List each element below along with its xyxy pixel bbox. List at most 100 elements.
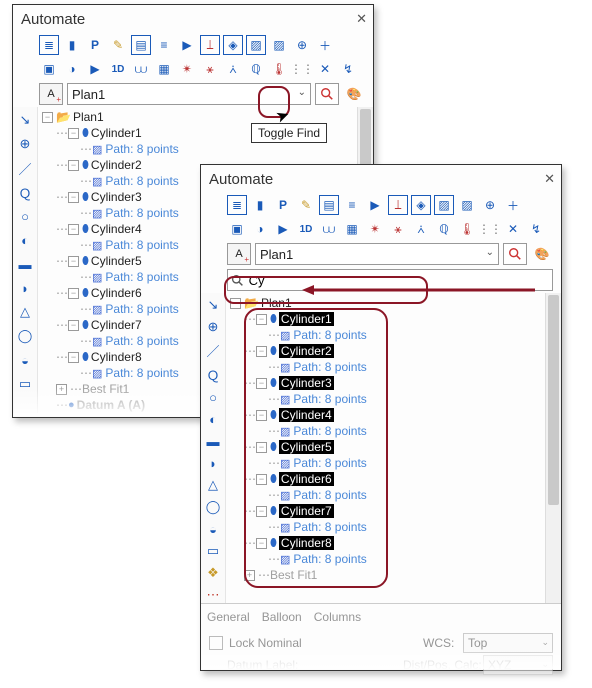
toolbar-icon[interactable]: ▮ (250, 195, 270, 215)
toolbar-icon[interactable]: ⩊ (319, 219, 339, 239)
sidebar-icon[interactable]: ◗ (16, 279, 34, 297)
rename-plan-button[interactable]: A+ (39, 83, 63, 105)
expand-icon[interactable]: + (56, 384, 67, 395)
collapse-icon[interactable]: − (68, 256, 79, 267)
collapse-icon[interactable]: − (256, 538, 267, 549)
toolbar-icon[interactable]: ▨ (434, 195, 454, 215)
tree-item[interactable]: ⋯ − ⬮ Cylinder7 (228, 503, 561, 519)
thermometer-icon[interactable]: 🌡 (269, 59, 289, 79)
sidebar-icon[interactable]: ◐ (204, 411, 222, 427)
dots-icon[interactable]: ⋮⋮ (292, 59, 312, 79)
axes-icon[interactable]: ✴ (177, 59, 197, 79)
toolbar-icon[interactable]: ✕ (503, 219, 523, 239)
plan-combo[interactable]: Plan1 ⌄ (255, 243, 499, 265)
toolbar-icon[interactable]: ⟘ (200, 35, 220, 55)
tree-path[interactable]: ⋯ ▨ Path: 8 points (228, 359, 561, 375)
sidebar-icon[interactable]: ▬ (204, 433, 222, 449)
grid-icon[interactable]: ▦ (154, 59, 174, 79)
toolbar-icon[interactable]: ◑ (62, 59, 82, 79)
tree-path[interactable]: ⋯ ▨ Path: 8 points (228, 423, 561, 439)
collapse-icon[interactable]: − (68, 320, 79, 331)
toolbar-icon[interactable]: ≡ (342, 195, 362, 215)
sidebar-icon[interactable]: ❖ (204, 565, 222, 581)
toolbar-icon[interactable]: ✕ (315, 59, 335, 79)
tree-item[interactable]: ⋯ − ⬮ Cylinder8 (228, 535, 561, 551)
sidebar-icon[interactable]: ◐ (16, 231, 34, 249)
tab-balloon[interactable]: Balloon (262, 610, 302, 624)
tree-item[interactable]: + ⋯ Best Fit1 (228, 567, 561, 583)
sidebar-icon[interactable]: ▭ (204, 543, 222, 559)
sidebar-icon[interactable]: Ｑ (204, 365, 222, 383)
sidebar-icon[interactable]: ⊕ (204, 319, 222, 335)
tree-item[interactable]: ⋯ − ⬮ Cylinder4 (228, 407, 561, 423)
close-icon[interactable]: ✕ (356, 11, 367, 27)
tree-item[interactable]: ⋯ − ⬮ Cylinder6 (228, 471, 561, 487)
sidebar-icon[interactable]: ◒ (16, 351, 34, 369)
tree-item[interactable]: ⋯ − ⬮ Cylinder2 (228, 343, 561, 359)
toolbar-icon[interactable]: ↯ (526, 219, 546, 239)
tab-columns[interactable]: Columns (314, 610, 361, 624)
toolbar-icon[interactable]: ≣ (227, 195, 247, 215)
sidebar-icon[interactable]: ◯ (16, 327, 34, 345)
dots-icon[interactable]: ⋮⋮ (480, 219, 500, 239)
toolbar-icon[interactable]: ✎ (108, 35, 128, 55)
sidebar-icon[interactable]: ◗ (204, 455, 222, 471)
collapse-icon[interactable]: − (256, 442, 267, 453)
sidebar-icon[interactable]: ◒ (204, 521, 222, 537)
toolbar-icon[interactable]: ▨ (246, 35, 266, 55)
tree-path[interactable]: ⋯ ▨ Path: 8 points (228, 551, 561, 567)
add-icon[interactable]: ＋ (503, 195, 523, 215)
toolbar-icon[interactable]: ≣ (39, 35, 59, 55)
sidebar-icon[interactable]: ○ (204, 389, 222, 405)
toolbar-icon[interactable]: ≡ (154, 35, 174, 55)
target-icon[interactable]: ⊕ (480, 195, 500, 215)
camera-icon[interactable]: ▣ (227, 219, 247, 239)
collapse-icon[interactable]: − (230, 298, 241, 309)
collapse-icon[interactable]: − (68, 128, 79, 139)
toolbar-icon[interactable]: P (85, 35, 105, 55)
axes-icon[interactable]: ⚹ (388, 219, 408, 239)
target-icon[interactable]: ⊕ (292, 35, 312, 55)
sidebar-icon[interactable]: ◯ (204, 499, 222, 515)
toolbar-icon[interactable]: ▨ (269, 35, 289, 55)
tree-item[interactable]: ⋯ − ⬮ Cylinder3 (228, 375, 561, 391)
collapse-icon[interactable]: − (256, 346, 267, 357)
camera-icon[interactable]: ▣ (39, 59, 59, 79)
play-icon[interactable]: ▶ (365, 195, 385, 215)
tree-item[interactable]: ⋯ − ⬮ Cylinder1 (228, 311, 561, 327)
sidebar-icon[interactable]: ／ (204, 341, 222, 359)
plan-combo[interactable]: Plan1 ⌄ (67, 83, 311, 105)
chart-icon[interactable]: ⩑ (411, 219, 431, 239)
collapse-icon[interactable]: − (256, 314, 267, 325)
collapse-icon[interactable]: − (68, 192, 79, 203)
sidebar-icon[interactable]: ／ (16, 159, 34, 177)
collapse-icon[interactable]: − (68, 288, 79, 299)
sidebar-icon[interactable]: ⊕ (16, 135, 34, 153)
toolbar-icon[interactable]: ◑ (250, 219, 270, 239)
collapse-icon[interactable]: − (68, 224, 79, 235)
add-icon[interactable]: ＋ (315, 35, 335, 55)
lock-nominal-checkbox[interactable] (209, 636, 223, 650)
toolbar-icon[interactable]: ℚ (434, 219, 454, 239)
tree-path[interactable]: ⋯ ▨ Path: 8 points (228, 327, 561, 343)
tree-path[interactable]: ⋯ ▨ Path: 8 points (228, 455, 561, 471)
toolbar-icon[interactable]: ⟘ (388, 195, 408, 215)
scrollbar[interactable] (545, 293, 561, 603)
toolbar-icon[interactable]: 1D (296, 219, 316, 239)
collapse-icon[interactable]: − (68, 160, 79, 171)
toggle-find-button[interactable] (315, 83, 339, 105)
toolbar-icon[interactable]: ⩊ (131, 59, 151, 79)
expand-icon[interactable]: + (244, 570, 255, 581)
play-icon[interactable]: ▶ (177, 35, 197, 55)
play-icon[interactable]: ▶ (273, 219, 293, 239)
collapse-icon[interactable]: − (256, 506, 267, 517)
sidebar-icon[interactable]: ▭ (16, 375, 34, 393)
toggle-find-button[interactable] (503, 243, 527, 265)
sidebar-icon[interactable]: Ｑ (16, 183, 34, 201)
sidebar-icon[interactable]: △ (204, 477, 222, 493)
toolbar-icon[interactable]: ▨ (457, 195, 477, 215)
collapse-icon[interactable]: − (256, 378, 267, 389)
tag-icon[interactable]: ◈ (223, 35, 243, 55)
wcs-dropdown[interactable]: Top⌄ (463, 633, 553, 653)
axes-icon[interactable]: ⚹ (200, 59, 220, 79)
